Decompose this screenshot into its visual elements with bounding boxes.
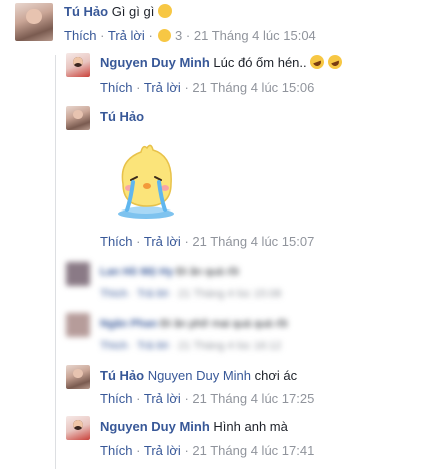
- separator: ·: [148, 28, 153, 43]
- separator: ·: [184, 443, 189, 458]
- reply-link[interactable]: Trả lời: [144, 80, 181, 95]
- comment-author[interactable]: Tú Hảo: [64, 4, 108, 19]
- rolling-laughing-emoji-icon: [308, 53, 327, 71]
- reply-actions: Thích · Trả lời · 21 Tháng 4 lúc 17:41: [100, 443, 314, 458]
- reply-link[interactable]: Trả lời: [144, 443, 181, 458]
- separator: ·: [136, 234, 141, 249]
- timestamp[interactable]: 21 Tháng 4 lúc 15:06: [192, 80, 314, 95]
- thread-line: [55, 55, 56, 469]
- rolling-laughing-emoji-icon: [325, 53, 344, 71]
- like-link[interactable]: Thích: [100, 80, 133, 95]
- reply-author[interactable]: Ngân Phan: [100, 318, 157, 330]
- like-link[interactable]: Thích: [100, 443, 133, 458]
- reply-author[interactable]: Nguyen Duy Minh: [100, 419, 210, 434]
- like-link[interactable]: Thích: [100, 391, 133, 406]
- avatar[interactable]: [66, 365, 90, 389]
- separator: ·: [130, 288, 135, 300]
- separator: ·: [136, 80, 141, 95]
- reply-link[interactable]: Trả lời: [144, 234, 181, 249]
- separator: ·: [136, 391, 141, 406]
- avatar[interactable]: [66, 106, 90, 130]
- reply-actions: Thích · Trả lời · 21 Tháng 4 lúc 15:06: [100, 80, 314, 95]
- reaction-count[interactable]: 3: [175, 28, 182, 43]
- reply-text: Hình anh mà: [213, 419, 288, 434]
- timestamp[interactable]: 21 Tháng 4 lúc 15:08: [178, 288, 281, 300]
- reply-body: Nguyen Duy Minh Hình anh mà: [100, 419, 288, 434]
- avatar[interactable]: [66, 416, 90, 440]
- reply-author[interactable]: Lan Hồ Mộ Hy: [100, 266, 173, 278]
- reply-body: Tú Hảo: [100, 109, 144, 124]
- timestamp[interactable]: 21 Tháng 4 lúc 16:12: [178, 340, 281, 352]
- avatar[interactable]: [66, 262, 90, 286]
- reply-body: Tú Hảo Nguyen Duy Minh chơi ác: [100, 368, 297, 383]
- like-link[interactable]: Thích: [64, 28, 97, 43]
- reply-link[interactable]: Trả lời: [137, 340, 168, 352]
- reply-text: Đi ăn quá rồi: [176, 266, 239, 278]
- timestamp[interactable]: 21 Tháng 4 lúc 17:41: [192, 443, 314, 458]
- reply-text: Lúc đó ốm hén..: [213, 55, 307, 70]
- separator: ·: [184, 234, 189, 249]
- reply-author[interactable]: Tú Hảo: [100, 109, 144, 124]
- like-link[interactable]: Thích: [100, 234, 133, 249]
- reply-body: Nguyen Duy Minh Lúc đó ốm hén..: [100, 53, 344, 71]
- like-link[interactable]: Thích: [100, 340, 128, 352]
- avatar[interactable]: [15, 3, 53, 41]
- avatar[interactable]: [66, 53, 90, 77]
- comment-body: Tú Hảo Gì gì gì: [64, 4, 172, 19]
- comment-text: Gì gì gì: [111, 4, 155, 19]
- separator: ·: [171, 340, 176, 352]
- crying-chick-sticker-icon: [118, 144, 174, 219]
- reply-text: Đi ăn phở mai quá quá rồi: [160, 318, 288, 330]
- timestamp[interactable]: 21 Tháng 4 lúc 17:25: [192, 391, 314, 406]
- separator: ·: [171, 288, 176, 300]
- timestamp[interactable]: 21 Tháng 4 lúc 15:04: [194, 28, 316, 43]
- reply-link[interactable]: Trả lời: [108, 28, 145, 43]
- reply-text: chơi ác: [254, 368, 298, 383]
- reply-actions: Thích · Trả lời · 21 Tháng 4 lúc 15:08: [100, 288, 281, 300]
- separator: ·: [184, 391, 189, 406]
- reply-link[interactable]: Trả lời: [144, 391, 181, 406]
- tired-face-emoji-icon: [157, 4, 172, 18]
- reply-body: Lan Hồ Mộ Hy Đi ăn quá rồi: [100, 266, 239, 278]
- laughing-emoji-icon[interactable]: [158, 29, 172, 42]
- separator: ·: [100, 28, 105, 43]
- reply-author[interactable]: Nguyen Duy Minh: [100, 55, 210, 70]
- reply-actions: Thích · Trả lời · 21 Tháng 4 lúc 15:07: [100, 234, 314, 249]
- comment-actions: Thích · Trả lời · 3 · 21 Tháng 4 lúc 15:…: [64, 28, 316, 43]
- reply-actions: Thích · Trả lời · 21 Tháng 4 lúc 16:12: [100, 340, 281, 352]
- separator: ·: [184, 80, 189, 95]
- mention-link[interactable]: Nguyen Duy Minh: [148, 368, 251, 383]
- separator: ·: [130, 340, 135, 352]
- avatar[interactable]: [66, 313, 90, 337]
- separator: ·: [185, 28, 191, 43]
- reply-body: Ngân Phan Đi ăn phở mai quá quá rồi: [100, 318, 288, 330]
- like-link[interactable]: Thích: [100, 288, 128, 300]
- timestamp[interactable]: 21 Tháng 4 lúc 15:07: [192, 234, 314, 249]
- separator: ·: [136, 443, 141, 458]
- reply-link[interactable]: Trả lời: [137, 288, 168, 300]
- reply-author[interactable]: Tú Hảo: [100, 368, 144, 383]
- reply-actions: Thích · Trả lời · 21 Tháng 4 lúc 17:25: [100, 391, 314, 406]
